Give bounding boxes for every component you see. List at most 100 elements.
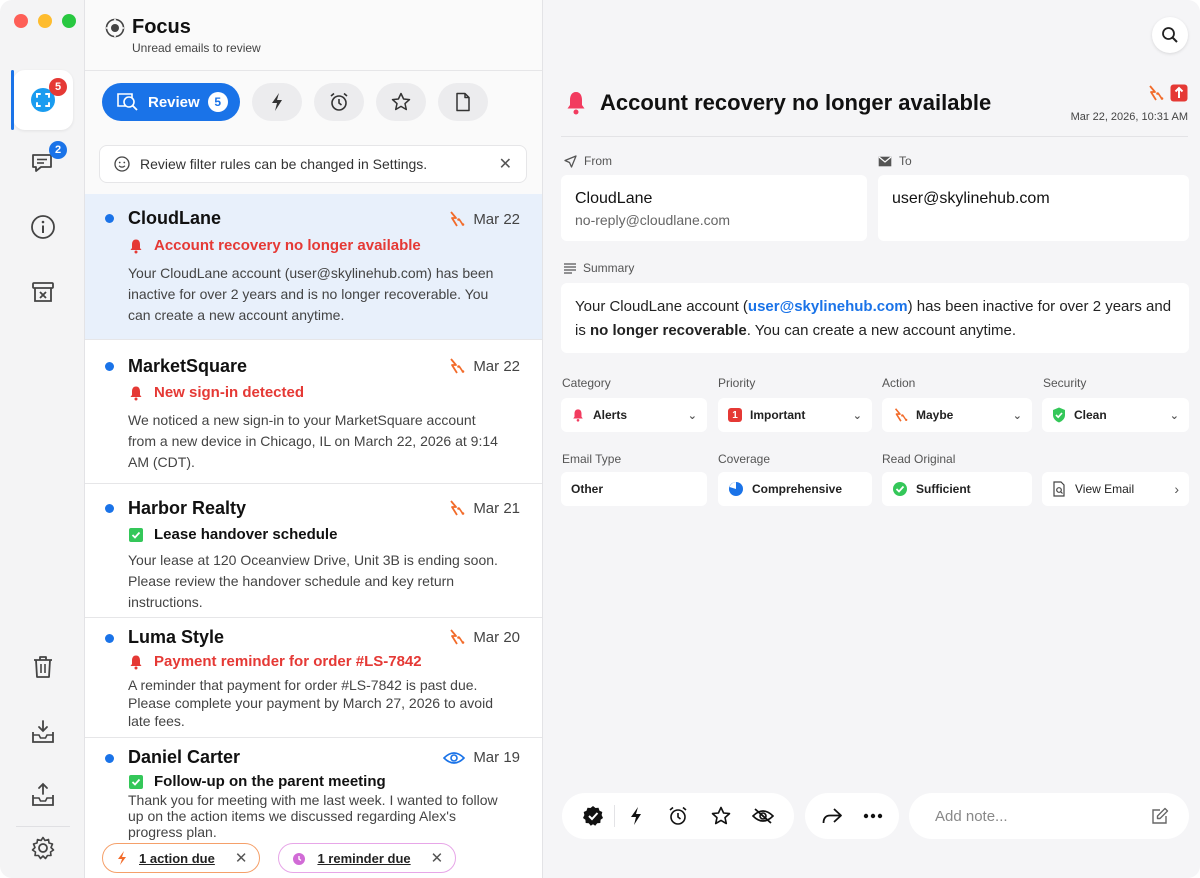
header-divider <box>85 70 542 71</box>
email-date: Mar 19 <box>443 749 520 766</box>
email-preview: Your lease at 120 Oceanview Drive, Unit … <box>128 552 498 610</box>
unread-dot <box>105 362 114 371</box>
add-action-button[interactable] <box>615 793 657 839</box>
starred-filter-button[interactable] <box>375 83 426 121</box>
bell-icon <box>130 239 142 253</box>
close-icon[interactable]: ✕ <box>499 154 512 174</box>
focus-count-badge: 5 <box>49 78 67 96</box>
notice-text: Review filter rules can be changed in Se… <box>140 156 428 172</box>
summary-part: . You can create a new account anytime. <box>746 322 1017 339</box>
email-preview: Your CloudLane account (user@skylinehub.… <box>128 265 494 323</box>
review-filter-label: Review <box>148 93 200 111</box>
alarm-clock-icon <box>669 806 687 825</box>
smiley-icon <box>114 156 130 172</box>
email-date-text: Mar 20 <box>473 628 520 646</box>
list-title: Focus <box>132 16 191 38</box>
set-reminder-button[interactable] <box>657 793 699 839</box>
coverage-value: Comprehensive <box>752 482 843 496</box>
rail-archive-button[interactable] <box>13 262 73 322</box>
email-datetime: Mar 22, 2026, 10:31 AM <box>1070 111 1188 123</box>
summary-email-link[interactable]: user@skylinehub.com <box>748 298 908 315</box>
review-filter-button[interactable]: Review 5 <box>102 83 240 121</box>
category-select[interactable]: Alerts ⌄ <box>561 398 707 432</box>
verified-badge-icon <box>583 806 604 826</box>
rail-export-button[interactable] <box>13 765 73 825</box>
from-name: CloudLane <box>575 190 653 207</box>
documents-filter-button[interactable] <box>437 83 488 121</box>
email-item-marketsquare[interactable]: MarketSquare Mar 22 New sign-in detected… <box>85 340 542 484</box>
email-subject-text: New sign-in detected <box>154 384 305 401</box>
email-title: Account recovery no longer available <box>600 90 992 115</box>
close-window-button[interactable] <box>14 14 28 28</box>
bell-icon <box>130 386 142 400</box>
lightning-icon <box>631 807 642 825</box>
email-subject: Follow-up on the parent meeting <box>128 773 386 790</box>
chevron-down-icon: ⌄ <box>1169 409 1179 422</box>
edit-note-icon[interactable] <box>1151 807 1169 825</box>
detail-divider <box>561 136 1188 137</box>
close-icon[interactable]: ✕ <box>235 849 248 867</box>
mark-safe-button[interactable] <box>572 793 614 839</box>
rail-import-button[interactable] <box>13 702 73 762</box>
priority-select[interactable]: 1 Important ⌄ <box>718 398 872 432</box>
category-label: Category <box>562 376 611 390</box>
email-type-label: Email Type <box>562 452 622 466</box>
more-options-button[interactable] <box>863 813 883 819</box>
send-icon <box>564 154 577 168</box>
rail-settings-button[interactable] <box>13 818 73 878</box>
email-sender: Harbor Realty <box>128 498 247 518</box>
zoom-window-button[interactable] <box>62 14 76 28</box>
security-select[interactable]: Clean ⌄ <box>1042 398 1189 432</box>
search-button[interactable] <box>1152 17 1188 53</box>
email-date-text: Mar 21 <box>473 499 520 517</box>
reminder-filter-button[interactable] <box>313 83 364 121</box>
coverage-label: Coverage <box>718 452 771 466</box>
summary-label-text: Summary <box>583 261 635 275</box>
email-item-luma-style[interactable]: Luma Style Mar 20 Payment reminder for o… <box>85 618 542 738</box>
action-due-chip[interactable]: 1 action due ✕ <box>102 843 261 873</box>
hide-button[interactable] <box>742 793 784 839</box>
secondary-toolbar <box>805 793 899 839</box>
summary-card: Your CloudLane account (user@skylinehub.… <box>561 283 1189 353</box>
star-button[interactable] <box>700 793 742 839</box>
maybe-action-icon <box>450 211 465 227</box>
rail-messages-button[interactable]: 2 <box>13 133 73 193</box>
email-preview: We noticed a new sign-in to your MarketS… <box>128 412 498 470</box>
to-card: user@skylinehub.com <box>878 175 1189 241</box>
action-select[interactable]: Maybe ⌄ <box>882 398 1032 432</box>
email-item-cloudlane[interactable]: CloudLane Mar 22 Account recovery no lon… <box>85 194 542 340</box>
email-date: Mar 20 <box>447 628 520 646</box>
filter-bar: Review 5 <box>102 83 488 121</box>
list-subtitle: Unread emails to review <box>132 41 261 55</box>
document-icon <box>455 92 470 112</box>
security-label: Security <box>1043 376 1087 390</box>
rail-trash-button[interactable] <box>13 637 73 697</box>
settings-notice-banner: Review filter rules can be changed in Se… <box>99 145 527 183</box>
to-label: To <box>878 154 912 168</box>
view-email-button[interactable]: View Email › <box>1042 472 1189 506</box>
document-search-icon <box>1053 481 1065 497</box>
star-icon <box>391 92 410 111</box>
email-item-harbor-realty[interactable]: Harbor Realty Mar 21 Lease handover sche… <box>85 484 542 618</box>
rail-focus-button[interactable]: 5 <box>11 70 73 130</box>
coverage-field: Comprehensive <box>718 472 872 506</box>
close-icon[interactable]: ✕ <box>431 849 444 867</box>
icon-rail: 5 2 <box>0 0 85 878</box>
unread-dot <box>105 504 114 513</box>
note-input[interactable] <box>935 807 1151 825</box>
maybe-action-icon <box>1149 85 1164 101</box>
reminder-due-chip[interactable]: 1 reminder due ✕ <box>278 843 457 873</box>
maybe-action-icon <box>450 358 465 374</box>
inbox-upload-icon <box>32 782 54 806</box>
bell-icon <box>573 409 583 422</box>
minimize-window-button[interactable] <box>38 14 52 28</box>
window-controls <box>14 14 76 28</box>
add-note-field[interactable] <box>909 793 1189 839</box>
forward-button[interactable] <box>821 807 843 825</box>
rail-info-button[interactable] <box>13 197 73 257</box>
maybe-action-icon <box>894 408 908 422</box>
lightning-icon <box>118 851 126 865</box>
action-filter-button[interactable] <box>251 83 302 121</box>
review-count-badge: 5 <box>207 92 228 112</box>
eye-slash-icon <box>751 808 774 824</box>
